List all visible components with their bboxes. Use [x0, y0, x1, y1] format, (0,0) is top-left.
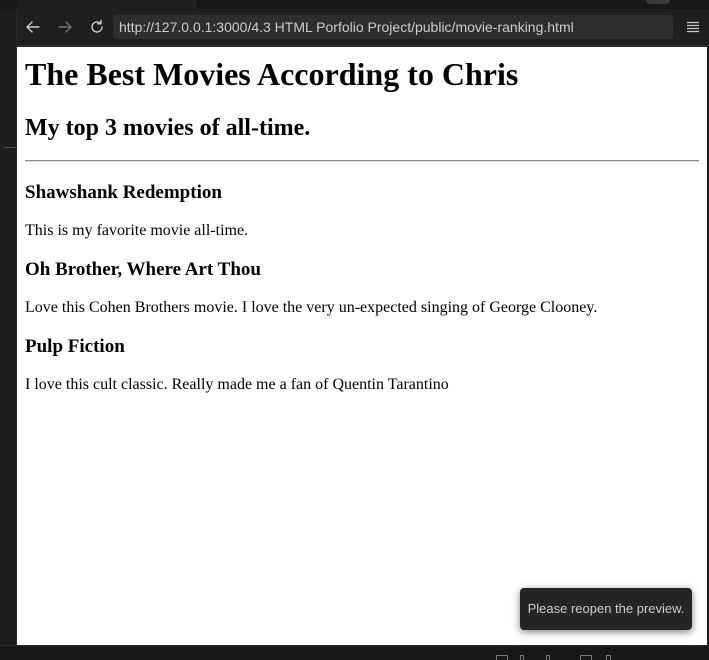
status-bar: [0, 645, 709, 660]
movie-title: Pulp Fiction: [25, 336, 125, 357]
editor-tab[interactable]: [17, 0, 196, 9]
movie-title: Oh Brother, Where Art Thou: [25, 259, 261, 280]
reload-icon: [91, 19, 103, 33]
browser-toolbar: http://127.0.0.1:3000/4.3 HTML Porfolio …: [17, 9, 709, 45]
status-icon[interactable]: [546, 655, 550, 660]
status-icon[interactable]: [496, 655, 508, 660]
editor-tab-strip: [0, 0, 709, 9]
page-subtitle: My top 3 movies of all-time.: [25, 115, 311, 141]
gutter-marker: [4, 147, 16, 148]
account-badge[interactable]: [646, 0, 670, 4]
status-icon[interactable]: [606, 655, 611, 660]
hamburger-menu-icon: [687, 21, 699, 33]
editor-left-gutter: [0, 9, 17, 645]
forward-button[interactable]: [49, 9, 81, 45]
menu-button[interactable]: [683, 17, 703, 37]
arrow-right-icon: [58, 21, 72, 33]
page-title: The Best Movies According to Chris: [25, 56, 519, 92]
horizontal-rule: [25, 160, 699, 162]
status-icon[interactable]: [520, 655, 524, 660]
url-input[interactable]: http://127.0.0.1:3000/4.3 HTML Porfolio …: [113, 15, 673, 39]
back-button[interactable]: [17, 9, 49, 45]
movie-description: I love this cult classic. Really made me…: [25, 376, 449, 393]
movie-title: Shawshank Redemption: [25, 182, 222, 203]
toast-notification[interactable]: Please reopen the preview.: [520, 588, 692, 630]
status-icon[interactable]: [580, 655, 592, 660]
movie-description: This is my favorite movie all-time.: [25, 222, 249, 239]
arrow-left-icon: [26, 21, 40, 33]
preview-viewport: The Best Movies According to Chris My to…: [17, 47, 707, 645]
reload-button[interactable]: [81, 9, 113, 45]
movie-description: Love this Cohen Brothers movie. I love t…: [25, 299, 598, 316]
